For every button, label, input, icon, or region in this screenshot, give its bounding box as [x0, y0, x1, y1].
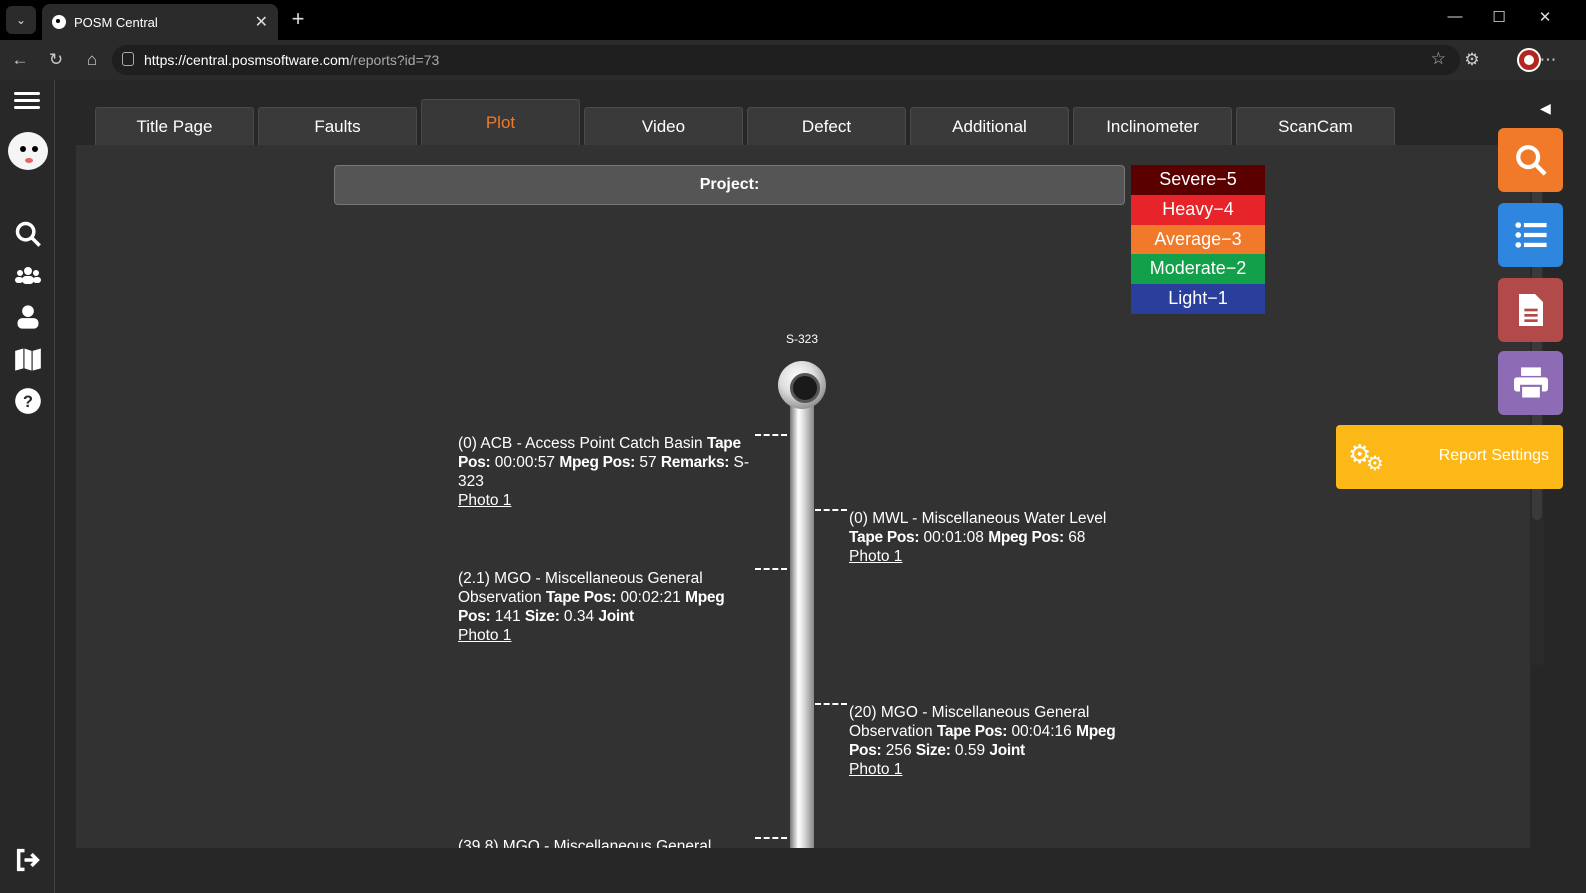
leader-line [815, 703, 847, 705]
manhole-node[interactable] [778, 361, 826, 409]
profile-avatar[interactable] [1517, 48, 1541, 72]
browser-toolbar: ← ↻ ⌂ https://central.posmsoftware.com/r… [0, 40, 1586, 80]
tab-scancam[interactable]: ScanCam [1236, 107, 1395, 145]
document-icon [1518, 294, 1543, 326]
report-settings-label: Report Settings [1438, 447, 1549, 464]
map-icon[interactable] [14, 345, 42, 373]
maximize-button[interactable]: ☐ [1484, 8, 1514, 26]
close-window-button[interactable]: ✕ [1530, 8, 1560, 26]
bookmark-star-icon[interactable]: ☆ [1431, 49, 1446, 69]
report-settings-button[interactable]: ⚙ ⚙ Report Settings [1336, 425, 1563, 489]
list-action-button[interactable] [1498, 203, 1563, 267]
user-icon[interactable] [14, 303, 42, 331]
photo-link[interactable]: Photo 1 [849, 760, 1129, 779]
bottom-bar [76, 848, 1530, 878]
close-tab-icon[interactable]: ✕ [255, 12, 268, 32]
back-icon[interactable]: ← [8, 48, 32, 72]
printer-icon [1513, 367, 1548, 399]
search-icon [1515, 145, 1547, 176]
photo-link[interactable]: Photo 1 [458, 626, 754, 645]
photo-link[interactable]: Photo 1 [849, 547, 1139, 566]
project-header: Project: [334, 165, 1125, 205]
browser-tab[interactable]: POSM Central ✕ [42, 4, 278, 40]
browser-tabstrip: ⌄ POSM Central ✕ + — ☐ ✕ [0, 0, 1586, 40]
node-label: S-323 [786, 332, 819, 346]
observation-right-2: (20) MGO - Miscellaneous General Observa… [849, 703, 1129, 779]
photo-link[interactable]: Photo 1 [458, 491, 754, 510]
list-icon [1514, 222, 1547, 248]
tab-faults[interactable]: Faults [258, 107, 417, 145]
svg-text:?: ? [23, 393, 33, 411]
leader-line [755, 837, 787, 839]
collapse-panel-icon[interactable]: ◀ [1540, 100, 1551, 117]
legend-light: Light−1 [1131, 284, 1265, 314]
users-icon[interactable] [14, 262, 42, 290]
leader-line [755, 568, 787, 570]
search-icon[interactable] [14, 220, 42, 248]
observation-left-1: (0) ACB - Access Point Catch Basin Tape … [458, 434, 754, 510]
url-path: /reports?id=73 [349, 52, 440, 68]
tab-additional[interactable]: Additional [910, 107, 1069, 145]
document-action-button[interactable] [1498, 278, 1563, 342]
new-tab-button[interactable]: + [286, 6, 310, 34]
pipe-segment [790, 404, 814, 848]
hamburger-menu-icon[interactable] [14, 88, 42, 116]
print-action-button[interactable] [1498, 351, 1563, 415]
reload-icon[interactable]: ↻ [44, 48, 68, 72]
legend-heavy: Heavy−4 [1131, 194, 1265, 225]
posm-logo [8, 132, 48, 170]
leader-line [815, 509, 847, 511]
help-icon[interactable]: ? [14, 387, 42, 415]
tab-plot[interactable]: Plot [421, 99, 580, 145]
legend-average: Average−3 [1131, 224, 1265, 255]
lock-icon [122, 52, 134, 66]
posm-favicon-icon [52, 15, 66, 29]
tab-inclinometer[interactable]: Inclinometer [1073, 107, 1232, 145]
sidebar: ? [0, 80, 55, 893]
gear-small-icon: ⚙ [1366, 453, 1384, 475]
tab-video[interactable]: Video [584, 107, 743, 145]
logout-icon[interactable] [14, 846, 42, 874]
browser-tab-title: POSM Central [74, 14, 158, 30]
tab-list-dropdown[interactable]: ⌄ [6, 6, 36, 34]
tab-title-page[interactable]: Title Page [95, 107, 254, 145]
observation-left-2: (2.1) MGO - Miscellaneous General Observ… [458, 569, 754, 645]
home-icon[interactable]: ⌂ [80, 48, 104, 72]
extensions-icon[interactable]: ⚙ [1460, 48, 1484, 72]
legend-moderate: Moderate−2 [1131, 254, 1265, 285]
search-action-button[interactable] [1498, 128, 1563, 192]
address-bar[interactable]: https://central.posmsoftware.com/reports… [112, 45, 1460, 75]
observation-right-1: (0) MWL - Miscellaneous Water Level Tape … [849, 509, 1139, 566]
observation-left-3: (39.8) MGO - Miscellaneous General [458, 838, 712, 848]
legend-severe: Severe−5 [1131, 165, 1265, 195]
leader-line [755, 434, 787, 436]
tab-defect[interactable]: Defect [747, 107, 906, 145]
severity-legend: Severe−5 Heavy−4 Average−3 Moderate−2 Li… [1131, 165, 1265, 314]
url-host: https://central.posmsoftware.com [144, 52, 350, 68]
minimize-button[interactable]: — [1440, 8, 1470, 25]
